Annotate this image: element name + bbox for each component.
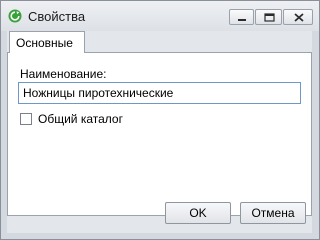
properties-dialog: Свойства Основные Наименование: Общий ка… xyxy=(0,0,320,240)
tab-general[interactable]: Основные xyxy=(9,31,85,53)
close-icon xyxy=(294,13,304,22)
title-bar[interactable]: Свойства xyxy=(1,1,319,31)
minimize-icon xyxy=(238,19,246,21)
name-input[interactable] xyxy=(18,82,301,104)
tab-general-label: Основные xyxy=(16,36,73,50)
maximize-icon xyxy=(264,13,275,22)
window-title: Свойства xyxy=(28,9,86,24)
name-label: Наименование: xyxy=(20,67,107,81)
maximize-button[interactable] xyxy=(255,9,282,25)
close-button[interactable] xyxy=(283,9,313,25)
minimize-button[interactable] xyxy=(229,9,254,25)
app-icon xyxy=(8,9,22,23)
dialog-body: Основные Наименование: Общий каталог OK … xyxy=(7,31,312,233)
common-catalog-label[interactable]: Общий каталог xyxy=(38,112,123,126)
common-catalog-checkbox[interactable] xyxy=(20,113,32,125)
cancel-button[interactable]: Отмена xyxy=(240,202,306,224)
ok-button[interactable]: OK xyxy=(165,202,231,224)
